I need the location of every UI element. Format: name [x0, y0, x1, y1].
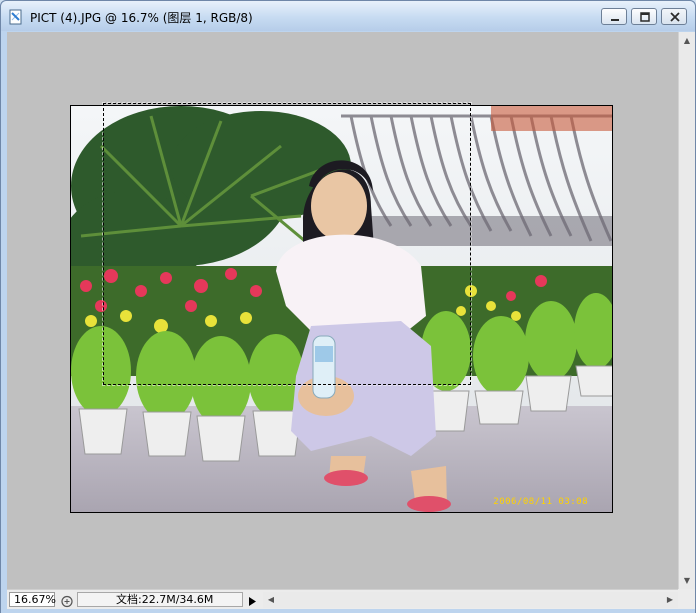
window-bottom-border	[1, 609, 695, 613]
status-options-icon[interactable]	[60, 593, 74, 608]
triangle-right-icon[interactable]	[246, 593, 258, 606]
window-title: PICT (4).JPG @ 16.7% (图层 1, RGB/8)	[30, 11, 253, 25]
minimize-icon	[611, 19, 619, 21]
arrow-up-icon[interactable]: ▲	[679, 32, 695, 49]
close-button[interactable]	[661, 8, 687, 25]
vertical-scrollbar[interactable]: ▲ ▼	[678, 32, 695, 589]
document-window: PICT (4).JPG @ 16.7% (图层 1, RGB/8) 2006/…	[0, 0, 696, 613]
photoshop-document-icon	[8, 9, 24, 25]
title-bar[interactable]: PICT (4).JPG @ 16.7% (图层 1, RGB/8)	[1, 1, 695, 31]
zoom-level-field[interactable]: 16.67%	[9, 592, 56, 607]
minimize-button[interactable]	[601, 8, 627, 25]
maximize-button[interactable]	[631, 8, 657, 25]
close-icon	[670, 12, 680, 22]
arrow-down-icon[interactable]: ▼	[679, 572, 695, 589]
photo-timestamp: 2006/08/11 03:08	[493, 497, 588, 507]
status-bar: 16.67% 文档:22.7M/34.6M ◀ ▶	[7, 589, 678, 609]
arrow-right-icon[interactable]: ▶	[662, 592, 678, 608]
document-size-info: 文档:22.7M/34.6M	[77, 592, 243, 607]
selection-marquee[interactable]	[103, 103, 471, 385]
horizontal-scrollbar[interactable]: ◀ ▶	[263, 592, 678, 608]
resize-grip[interactable]	[678, 589, 695, 609]
arrow-left-icon[interactable]: ◀	[263, 592, 279, 608]
canvas-area[interactable]: 2006/08/11 03:08	[7, 32, 678, 589]
maximize-icon	[640, 12, 650, 22]
